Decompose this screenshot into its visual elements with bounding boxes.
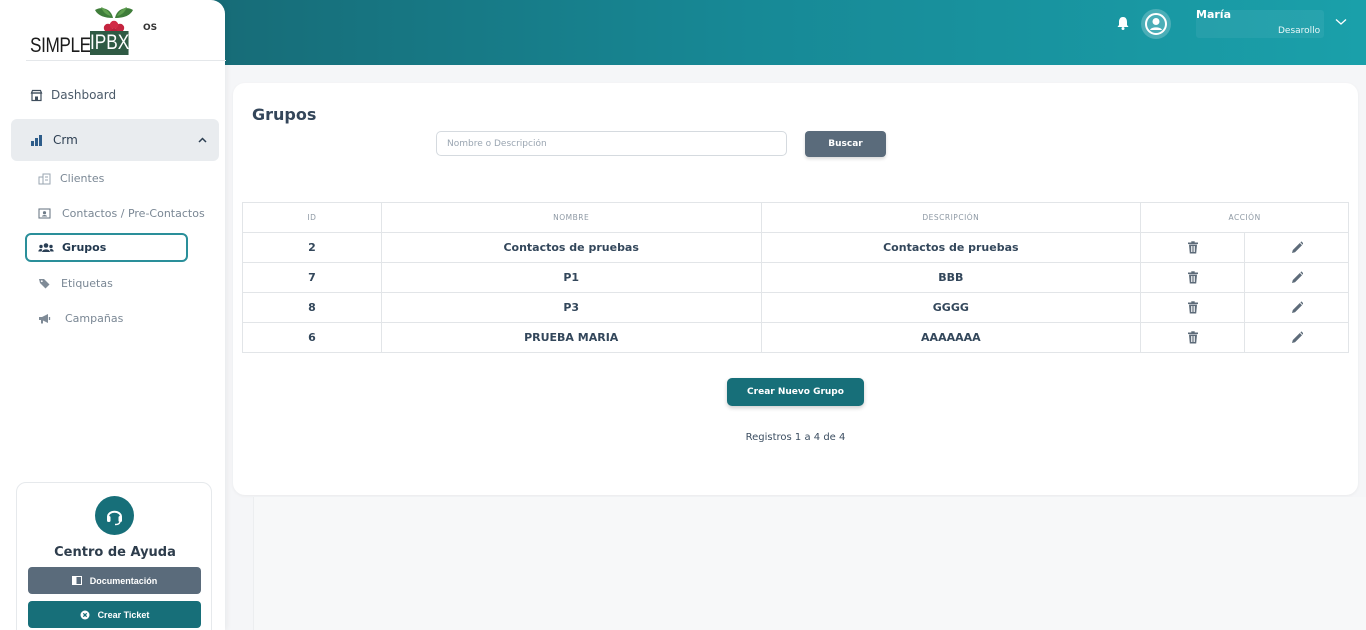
cell-edit [1244, 322, 1349, 353]
user-role: Desarollo [1278, 26, 1321, 36]
cell-edit [1244, 292, 1349, 323]
sidebar: SIMPLE IPBX OS Dashboard Crm Clientes Co… [0, 0, 226, 630]
cell-edit [1244, 232, 1349, 263]
cell-delete [1140, 262, 1246, 293]
cell-descripcion: AAAAAAA [760, 322, 1142, 353]
empty-content-area [253, 497, 1366, 630]
column-header-descripcion[interactable]: DESCRIPCIÓN [760, 202, 1142, 233]
cell-nombre: Contactos de pruebas [380, 232, 762, 263]
cell-descripcion: BBB [760, 262, 1142, 293]
divider [26, 60, 226, 61]
documentation-button[interactable]: Documentación [28, 567, 201, 594]
help-title: Centro de Ayuda [54, 545, 176, 560]
cell-id: 2 [242, 232, 382, 263]
column-header-accion: ACCIÓN [1140, 202, 1349, 233]
table-row: 2 Contactos de pruebas Contactos de prue… [242, 232, 1349, 263]
sidebar-item-dashboard[interactable]: Dashboard [30, 88, 116, 102]
cell-descripcion: GGGG [760, 292, 1142, 323]
id-card-icon [38, 208, 51, 219]
sidebar-item-label: Clientes [60, 172, 105, 185]
store-icon [30, 89, 43, 101]
page-title: Grupos [252, 105, 317, 124]
trash-icon[interactable] [1187, 241, 1199, 254]
cell-delete [1140, 292, 1246, 323]
cell-id: 7 [242, 262, 382, 293]
groups-table: ID NOMBRE DESCRIPCIÓN ACCIÓN 2 Contactos… [242, 202, 1349, 353]
pencil-icon[interactable] [1291, 241, 1303, 254]
chevron-down-icon[interactable] [1335, 18, 1347, 26]
trash-icon[interactable] [1187, 271, 1199, 284]
pencil-icon[interactable] [1291, 331, 1303, 344]
pencil-icon[interactable] [1291, 301, 1303, 314]
create-ticket-label: Crear Ticket [97, 609, 150, 620]
sidebar-item-label: Grupos [62, 241, 107, 254]
sidebar-item-clientes[interactable]: Clientes [38, 172, 104, 185]
cell-delete [1140, 232, 1246, 263]
chart-bar-icon [31, 134, 42, 146]
users-icon [38, 243, 54, 252]
sidebar-item-label: Crm [53, 133, 78, 147]
cell-delete [1140, 322, 1246, 353]
create-group-button[interactable]: Crear Nuevo Grupo [727, 378, 864, 406]
cell-nombre: P3 [380, 292, 762, 323]
cell-nombre: P1 [380, 262, 762, 293]
cell-id: 6 [242, 322, 382, 353]
sidebar-item-label: Dashboard [51, 88, 117, 102]
table-row: 8 P3 GGGG [242, 292, 1349, 323]
sidebar-item-grupos-label[interactable]: Grupos [38, 241, 106, 254]
logo-badge: IPBX [90, 31, 130, 55]
book-icon [71, 576, 82, 585]
user-circle-icon [1145, 13, 1167, 35]
search-input[interactable] [436, 131, 787, 156]
column-header-nombre[interactable]: NOMBRE [380, 202, 762, 233]
sidebar-item-contactos[interactable]: Contactos / Pre-Contactos [38, 207, 205, 220]
bell-icon[interactable] [1116, 15, 1130, 31]
x-circle-icon [80, 610, 90, 619]
search-button[interactable]: Buscar [805, 131, 886, 157]
cell-id: 8 [242, 292, 382, 323]
tags-icon [39, 279, 50, 289]
logo-text: SIMPLE [30, 34, 91, 57]
cell-edit [1244, 262, 1349, 293]
chevron-up-icon[interactable] [198, 137, 207, 143]
pencil-icon[interactable] [1291, 271, 1303, 284]
table-row: 7 P1 BBB [242, 262, 1349, 293]
headset-icon [107, 510, 122, 526]
logo[interactable]: SIMPLE IPBX OS [30, 6, 190, 58]
bullhorn-icon [39, 314, 51, 324]
sidebar-item-label: Campañas [65, 312, 124, 325]
sidebar-item-label: Contactos / Pre-Contactos [62, 207, 205, 220]
help-center-card: Centro de Ayuda Documentación Crear Tick… [16, 482, 212, 630]
sidebar-item-etiquetas[interactable]: Etiquetas [38, 277, 113, 290]
column-header-id[interactable]: ID [242, 202, 382, 233]
records-count: Registros 1 a 4 de 4 [745, 432, 846, 443]
trash-icon[interactable] [1187, 301, 1199, 314]
cell-descripcion: Contactos de pruebas [760, 232, 1142, 263]
documentation-label: Documentación [89, 575, 158, 586]
sidebar-item-campanas[interactable]: Campañas [38, 312, 123, 325]
avatar[interactable] [1141, 9, 1171, 39]
table-header-row: ID NOMBRE DESCRIPCIÓN ACCIÓN [242, 202, 1349, 233]
help-icon-circle [95, 496, 134, 535]
sidebar-item-label: Etiquetas [61, 277, 113, 290]
cell-nombre: PRUEBA MARIA [380, 322, 762, 353]
table-row: 6 PRUEBA MARIA AAAAAAA [242, 322, 1349, 353]
building-icon [38, 173, 51, 185]
user-name: María [1196, 8, 1231, 21]
trash-icon[interactable] [1187, 331, 1199, 344]
sidebar-item-crm-label[interactable]: Crm [30, 133, 78, 147]
create-ticket-button[interactable]: Crear Ticket [28, 601, 201, 628]
logo-suffix: OS [143, 23, 158, 33]
main-panel: Grupos Buscar ID NOMBRE DESCRIPCIÓN ACCI… [233, 83, 1358, 495]
